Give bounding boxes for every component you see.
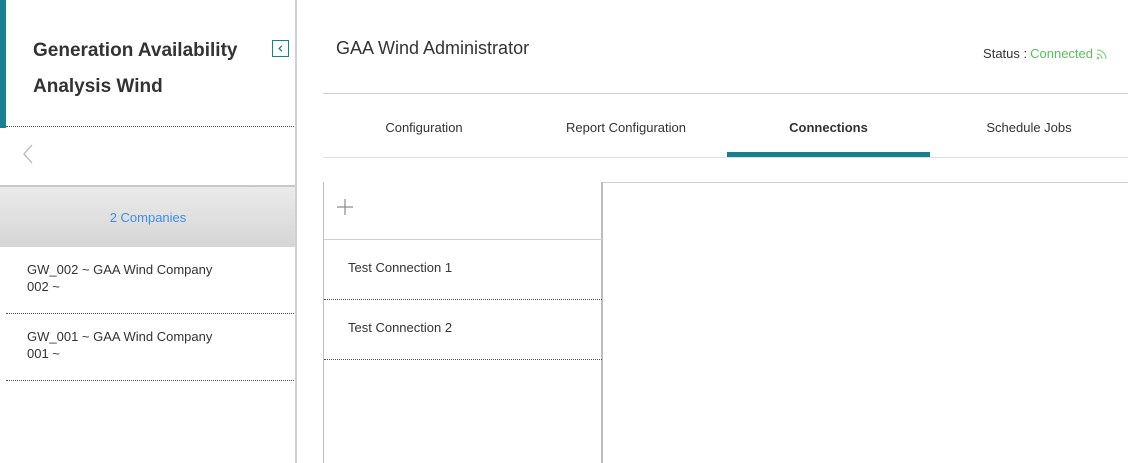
tab-label: Connections bbox=[789, 120, 868, 135]
company-list: GW_002 ~ GAA Wind Company 002 ~ GW_001 ~… bbox=[0, 247, 296, 381]
status-value: Connected bbox=[1030, 46, 1093, 61]
connection-label: Test Connection 1 bbox=[348, 260, 453, 275]
sidebar-title-block: Generation Availability Analysis Wind bbox=[0, 0, 296, 128]
tab-report-configuration[interactable]: Report Configuration bbox=[525, 110, 727, 157]
tab-label: Schedule Jobs bbox=[986, 120, 1072, 135]
chevron-left-box-icon bbox=[278, 45, 283, 52]
companies-header[interactable]: 2 Companies bbox=[0, 185, 296, 247]
tab-configuration[interactable]: Configuration bbox=[323, 110, 525, 157]
status-label: Status : bbox=[983, 46, 1028, 61]
back-button[interactable] bbox=[20, 142, 36, 166]
app-title: Generation Availability Analysis Wind bbox=[33, 40, 238, 97]
status-indicator: Status : Connected bbox=[983, 46, 1108, 61]
connections-panel: Test Connection 1 Test Connection 2 bbox=[323, 182, 603, 463]
plus-icon bbox=[337, 199, 353, 215]
tab-connections[interactable]: Connections bbox=[727, 110, 930, 157]
companies-count: 2 Companies bbox=[109, 209, 187, 225]
divider bbox=[6, 126, 296, 127]
list-item[interactable]: GW_002 ~ GAA Wind Company 002 ~ bbox=[6, 247, 296, 314]
tab-schedule-jobs[interactable]: Schedule Jobs bbox=[930, 110, 1128, 157]
list-item[interactable]: Test Connection 2 bbox=[324, 300, 602, 360]
tab-bar: Configuration Report Configuration Conne… bbox=[323, 110, 1128, 157]
rss-icon bbox=[1096, 48, 1107, 59]
list-item[interactable]: Test Connection 1 bbox=[324, 240, 602, 300]
company-label: GW_002 ~ GAA Wind Company 002 ~ bbox=[27, 262, 213, 294]
divider bbox=[323, 93, 1128, 94]
divider bbox=[323, 157, 1128, 158]
add-connection-button[interactable] bbox=[334, 196, 356, 218]
tab-label: Configuration bbox=[385, 120, 463, 135]
collapse-sidebar-button[interactable] bbox=[272, 40, 289, 57]
sidebar-divider bbox=[295, 0, 297, 463]
connection-label: Test Connection 2 bbox=[348, 320, 453, 335]
main-area: GAA Wind Administrator Status : Connecte… bbox=[298, 0, 1128, 463]
page-title: GAA Wind Administrator bbox=[336, 38, 530, 58]
chevron-left-icon bbox=[23, 144, 33, 164]
connection-list: Test Connection 1 Test Connection 2 bbox=[324, 240, 602, 360]
sidebar: Generation Availability Analysis Wind 2 … bbox=[0, 0, 296, 463]
company-label: GW_001 ~ GAA Wind Company 001 ~ bbox=[27, 329, 213, 361]
tab-label: Report Configuration bbox=[566, 120, 686, 135]
list-item[interactable]: GW_001 ~ GAA Wind Company 001 ~ bbox=[6, 314, 296, 381]
